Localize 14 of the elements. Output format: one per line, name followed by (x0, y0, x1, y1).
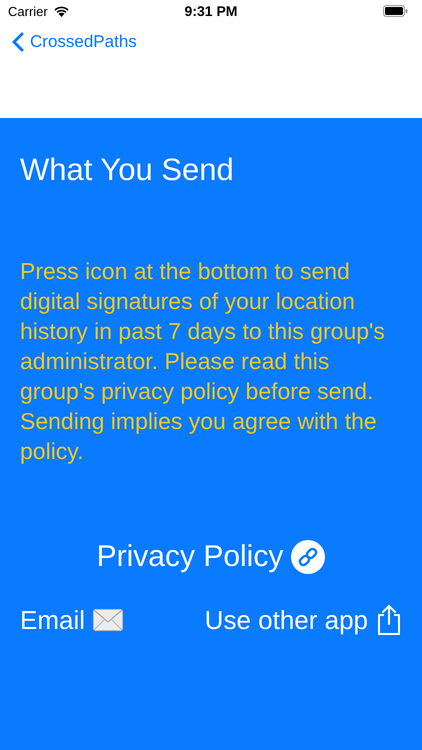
share-icon (376, 604, 402, 636)
email-button[interactable]: Email (20, 604, 124, 636)
battery-icon (383, 5, 408, 17)
share-button[interactable]: Use other app (204, 604, 402, 636)
carrier-label: Carrier (8, 4, 48, 18)
chevron-left-icon (12, 32, 24, 52)
section-title: What You Send (20, 152, 235, 188)
back-button[interactable]: CrossedPaths (12, 32, 137, 52)
description-text: Press icon at the bottom to send digital signatures of your location history in past 7 days to this group's administrator. Please read this group's privacy policy before send. Sending implies you agree with the policy. (20, 257, 386, 466)
link-icon[interactable] (291, 540, 326, 574)
status-time: 9:31 PM (184, 3, 238, 19)
envelope-icon (93, 609, 124, 631)
privacy-policy-link[interactable]: Privacy Policy (96, 540, 284, 574)
wifi-icon (52, 5, 70, 17)
